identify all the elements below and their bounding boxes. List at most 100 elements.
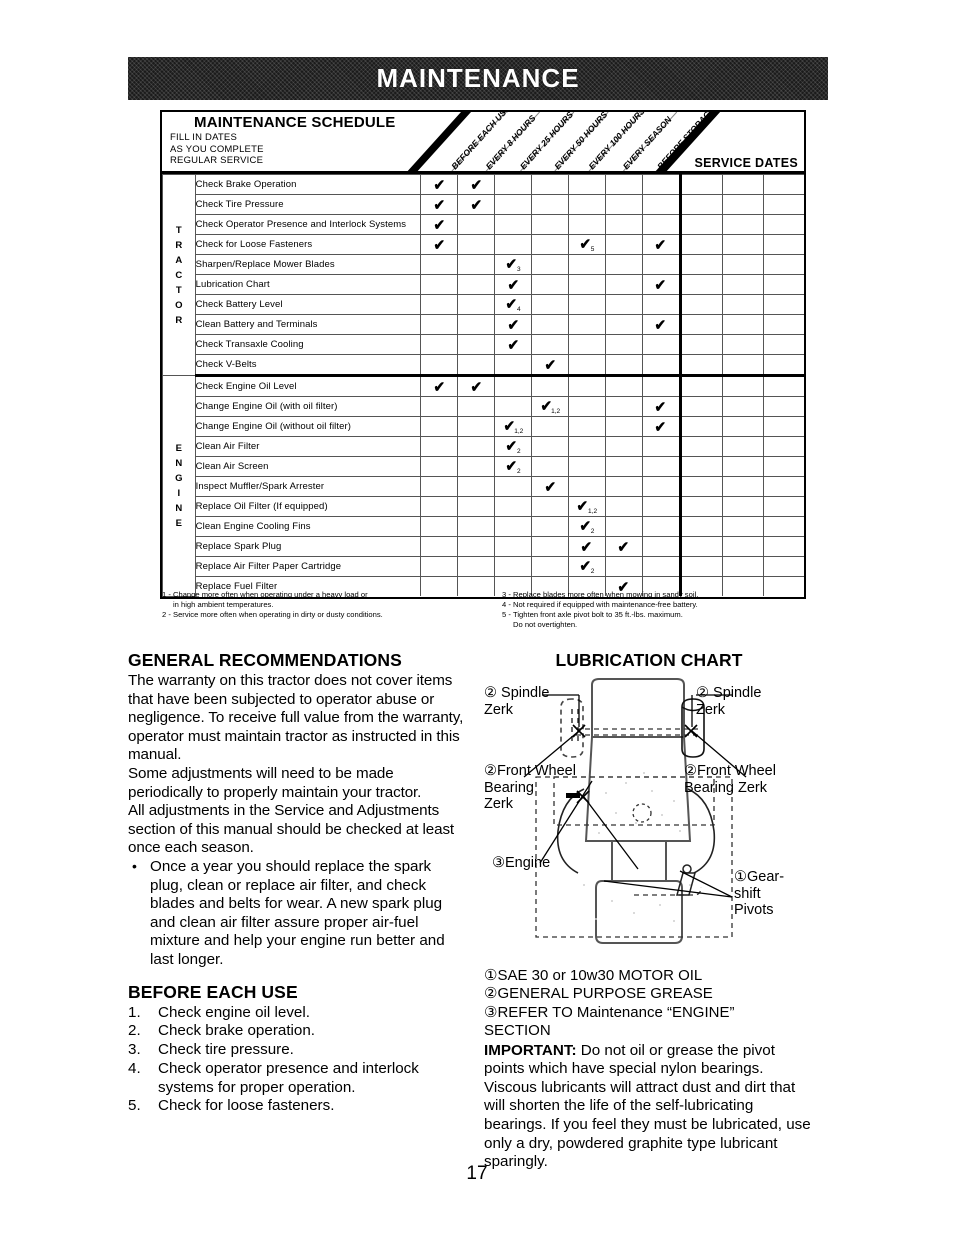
check-cell-col5: ✔1,2 [567,496,606,517]
service-date-cell[interactable] [762,334,804,355]
table-row: Replace Spark Plug ✔ ✔ [163,536,804,557]
service-date-cell[interactable] [679,536,723,557]
list-item-number: 3. [128,1041,141,1059]
service-date-cell[interactable] [762,294,804,315]
service-date-cell[interactable] [679,436,723,457]
check-cell-col2 [457,354,496,377]
service-date-cell[interactable] [721,416,764,437]
service-date-cell[interactable] [721,254,764,275]
banner-title: MAINTENANCE [376,63,580,93]
list-item-text: Check for loose fasteners. [158,1097,335,1115]
maintenance-item: Clean Battery and Terminals [194,314,422,335]
footnote-ref: 2 [516,448,521,455]
service-date-cell[interactable] [721,234,764,255]
table-row: Clean Engine Cooling Fins ✔2 [163,516,804,537]
check-cell-col1 [420,396,459,417]
service-date-cell[interactable] [679,194,723,215]
footnote: 2 - Service more often when operating in … [162,610,492,620]
service-date-cell[interactable] [679,234,723,255]
service-date-cell[interactable] [679,516,723,537]
service-date-cell[interactable] [762,516,804,537]
service-date-cell[interactable] [721,436,764,457]
check-cell-col7: ✔ [641,274,682,295]
service-date-cell[interactable] [762,234,804,255]
service-date-cell[interactable] [721,496,764,517]
service-date-cell[interactable] [679,375,723,397]
service-date-cell[interactable] [679,334,723,355]
table-row: Check Operator Presence and Interlock Sy… [163,214,804,235]
service-date-cell[interactable] [762,536,804,557]
service-date-cell[interactable] [721,214,764,235]
service-date-cell[interactable] [762,314,804,335]
service-date-cell[interactable] [679,476,723,497]
service-date-cell[interactable] [721,516,764,537]
table-row: Check V-Belts ✔ [163,354,804,377]
schedule-subtitle-line-3: REGULAR SERVICE [170,155,264,166]
service-date-cell[interactable] [762,174,804,195]
service-date-cell[interactable] [721,476,764,497]
service-date-cell[interactable] [721,294,764,315]
check-cell-col7 [641,254,682,275]
service-date-cell[interactable] [679,254,723,275]
important-label: IMPORTANT: [484,1041,577,1059]
check-cell-col2 [457,516,496,537]
service-date-cell[interactable] [762,254,804,275]
check-cell-col7 [641,214,682,235]
service-date-cell[interactable] [721,314,764,335]
check-cell-col5 [567,174,606,195]
maintenance-item: Check Transaxle Cooling [194,334,422,355]
check-cell-col1 [420,496,459,517]
service-date-cell[interactable] [762,456,804,477]
service-date-cell[interactable] [762,416,804,437]
service-date-cell[interactable] [762,354,804,377]
service-date-cell[interactable] [762,476,804,497]
service-date-cell[interactable] [679,314,723,335]
service-date-cell[interactable] [721,174,764,195]
service-date-cell[interactable] [721,334,764,355]
checkmark-icon: ✔ [505,458,518,475]
service-date-cell[interactable] [721,354,764,377]
maintenance-item: Clean Air Filter [194,436,422,457]
service-date-cell[interactable] [762,274,804,295]
service-date-cell[interactable] [679,274,723,295]
service-date-cell[interactable] [762,556,804,577]
service-date-cell[interactable] [762,396,804,417]
service-date-cell[interactable] [762,375,804,397]
service-date-cell[interactable] [679,396,723,417]
check-cell-col5 [567,274,606,295]
service-date-cell[interactable] [721,456,764,477]
checkmark-icon: ✔ [654,317,667,334]
service-date-cell[interactable] [721,396,764,417]
service-date-cell[interactable] [721,536,764,557]
service-date-cell[interactable] [679,294,723,315]
service-date-cell[interactable] [762,194,804,215]
service-date-cell[interactable] [721,274,764,295]
label-gearshift-line1: ①Gear- [734,869,785,885]
check-cell-col6 [604,274,643,295]
footnotes-left-column: 1 - Change more often when operating unde… [162,590,492,620]
service-date-cell[interactable] [721,375,764,397]
service-date-cell[interactable] [679,496,723,517]
service-date-cell[interactable] [679,416,723,437]
check-cell-col3: ✔3 [494,254,532,275]
service-date-cell[interactable] [679,174,723,195]
service-date-cell[interactable] [721,556,764,577]
check-cell-col7 [641,456,682,477]
maintenance-banner: MAINTENANCE [128,57,828,100]
service-date-cell[interactable] [679,456,723,477]
service-date-cell[interactable] [679,354,723,377]
check-cell-col6 [604,294,643,315]
service-date-cell[interactable] [679,556,723,577]
check-cell-col2 [457,556,496,577]
service-date-cell[interactable] [762,214,804,235]
service-date-cell[interactable] [721,194,764,215]
list-item-text: Check operator presence and interlock sy… [158,1059,419,1096]
table-row: Replace Oil Filter (If equipped) ✔1,2 [163,496,804,517]
general-paragraph-1: The warranty on this tractor does not co… [128,672,464,764]
service-date-cell[interactable] [762,436,804,457]
label-front-wheel-bearing-zerk-left: ②Front Wheel Bearing Zerk [484,763,576,813]
checkmark-icon: ✔ [579,236,592,253]
service-date-cell[interactable] [762,496,804,517]
check-cell-col3 [494,476,532,497]
service-date-cell[interactable] [679,214,723,235]
